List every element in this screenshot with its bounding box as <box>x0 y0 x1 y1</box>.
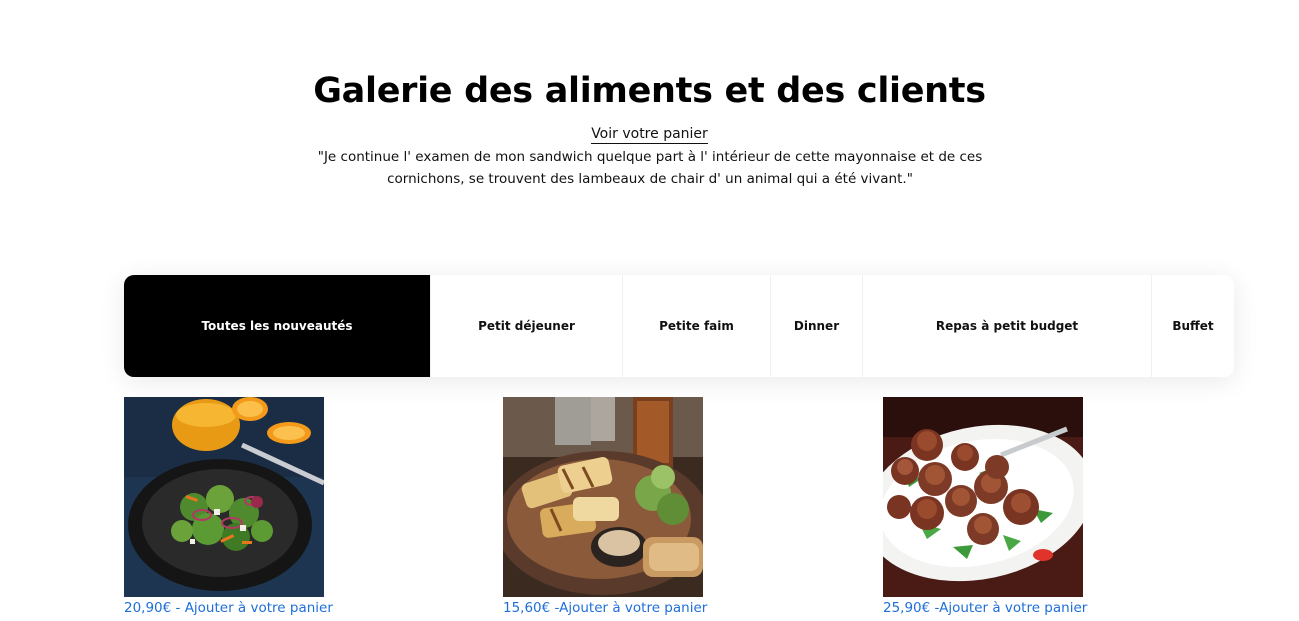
product-card-grilled-plate: 15,60€ -Ajouter à votre panier <box>503 397 743 617</box>
page-title: Galerie des aliments et des clients <box>313 71 986 111</box>
add-to-cart-link[interactable]: 15,60€ -Ajouter à votre panier <box>503 599 743 617</box>
tab-buffet[interactable]: Buffet <box>1152 275 1234 377</box>
tab-budget-meal[interactable]: Repas à petit budget <box>863 275 1152 377</box>
tab-all-new[interactable]: Toutes les nouveautés <box>124 275 431 377</box>
product-card-meatballs: 25,90€ -Ajouter à votre panier <box>883 397 1123 617</box>
add-to-cart-link[interactable]: 25,90€ -Ajouter à votre panier <box>883 599 1123 617</box>
product-card-salad: 20,90€ - Ajouter à votre panier <box>124 397 364 617</box>
view-cart-link[interactable]: Voir votre panier <box>591 126 708 144</box>
quote-text: "Je continue l' examen de mon sandwich q… <box>317 149 983 187</box>
cart-link-wrapper: Voir votre panier <box>0 124 1299 144</box>
salad-photo[interactable] <box>124 397 324 597</box>
gallery-page: Galerie des aliments et des clients Voir… <box>0 0 1299 621</box>
tab-dinner[interactable]: Dinner <box>771 275 863 377</box>
meatballs-photo[interactable] <box>883 397 1083 597</box>
category-tabs: Toutes les nouveautés Petit déjeuner Pet… <box>124 275 1234 377</box>
tab-breakfast[interactable]: Petit déjeuner <box>431 275 623 377</box>
add-to-cart-link[interactable]: 20,90€ - Ajouter à votre panier <box>124 599 364 617</box>
tab-small-hunger[interactable]: Petite faim <box>623 275 771 377</box>
grilled-plate-photo[interactable] <box>503 397 703 597</box>
